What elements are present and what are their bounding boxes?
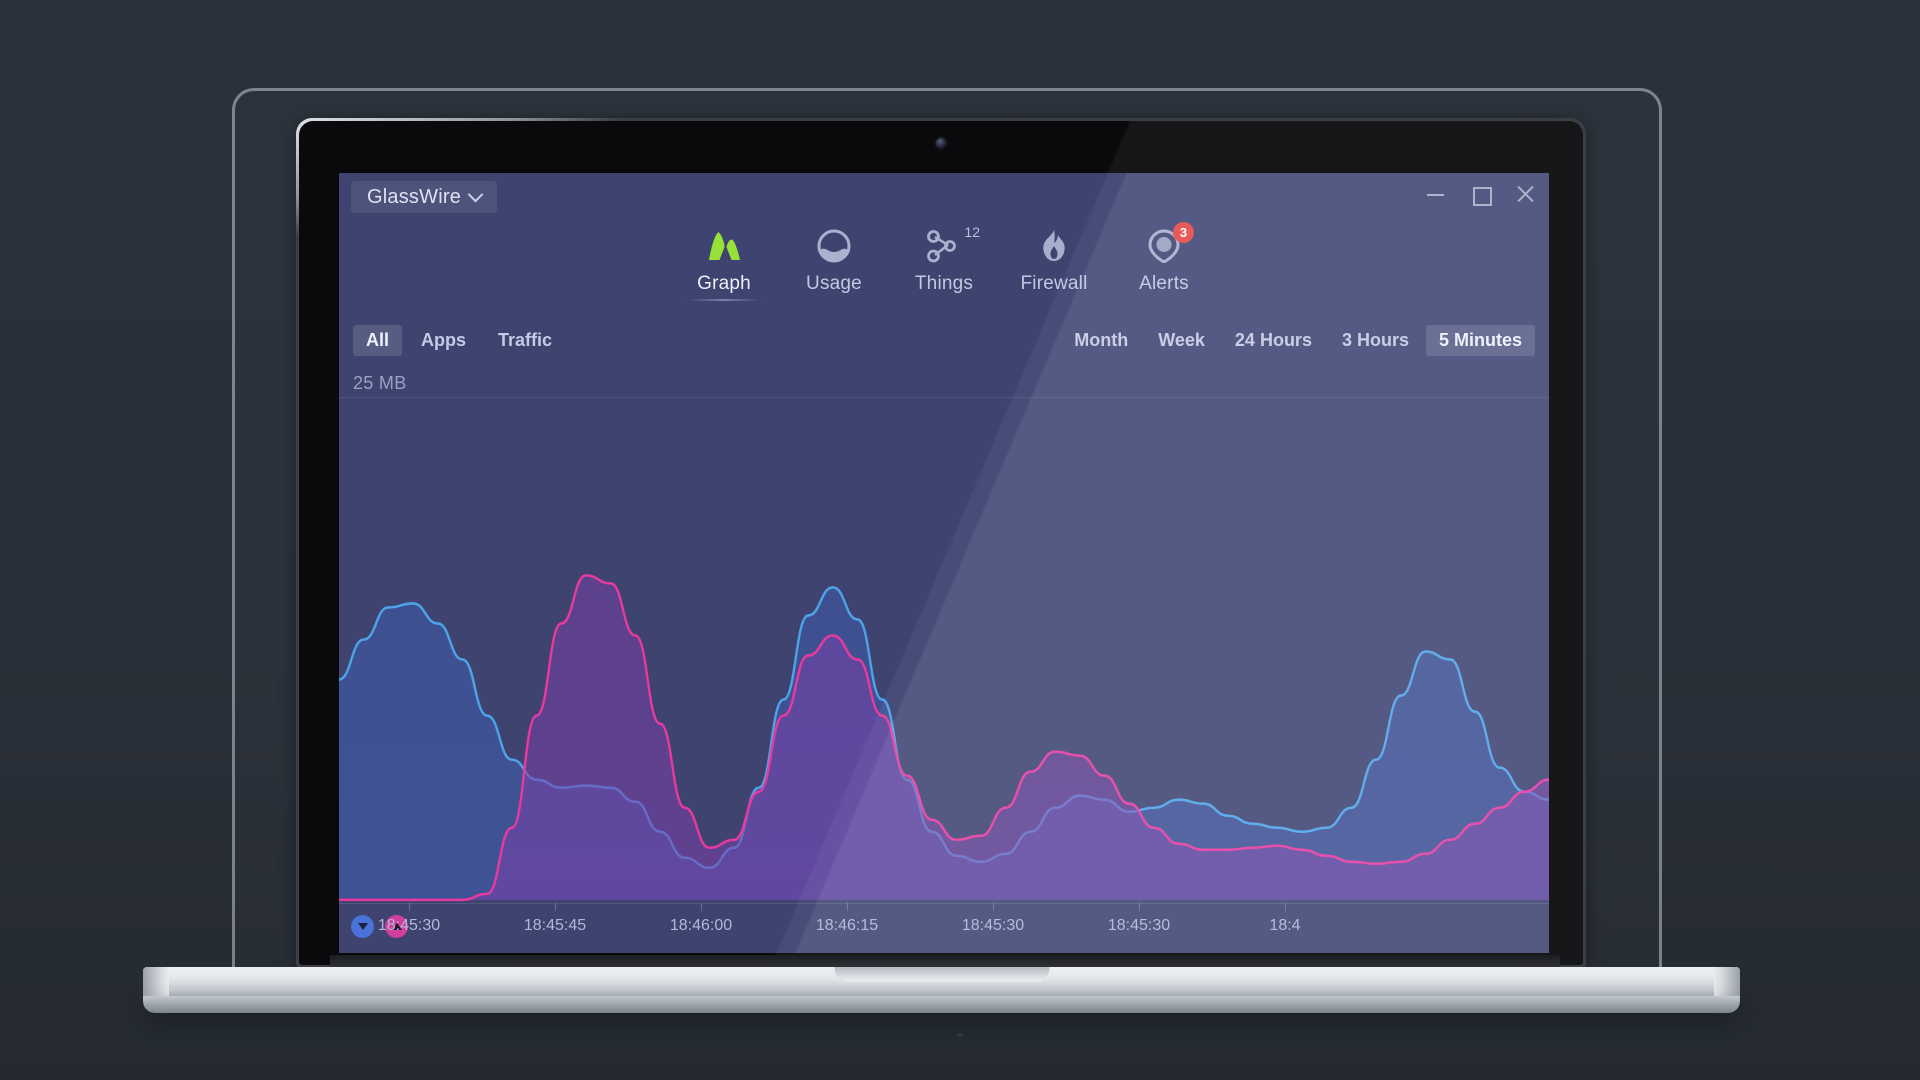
x-tick-label: 18:45:30 bbox=[961, 917, 1025, 934]
close-icon[interactable] bbox=[1516, 185, 1535, 204]
filter-bar: All Apps Traffic Month Week 24 Hours 3 Hours 5… bbox=[339, 317, 1549, 363]
x-tick-mark bbox=[409, 903, 410, 911]
alerts-badge: 3 bbox=[1173, 222, 1194, 243]
range-3-hours[interactable]: 3 Hours bbox=[1329, 325, 1422, 356]
laptop-lid: GlassWire Graph Usage 12 Things Firewall 3 Ale… bbox=[296, 118, 1586, 968]
flame-icon bbox=[1039, 227, 1069, 265]
x-tick-label: 18:46:00 bbox=[669, 917, 733, 934]
usage-pie-icon bbox=[817, 227, 851, 265]
chevron-down-icon bbox=[467, 186, 484, 202]
minimize-icon[interactable] bbox=[1426, 185, 1445, 204]
x-tick-mark bbox=[847, 903, 848, 911]
x-tick-mark bbox=[993, 903, 994, 911]
range-month[interactable]: Month bbox=[1061, 325, 1141, 356]
range-24-hours[interactable]: 24 Hours bbox=[1222, 325, 1325, 356]
nav-item-label: Graph bbox=[697, 273, 751, 294]
x-tick-label: 18:4 bbox=[1269, 917, 1301, 934]
window-controls bbox=[1426, 185, 1535, 206]
base-notch bbox=[834, 967, 1049, 982]
x-tick-label: 18:46:15 bbox=[815, 917, 879, 934]
scene: GlassWire Graph Usage 12 Things Firewall 3 Ale… bbox=[0, 0, 1920, 1080]
x-tick-label: 18:45:45 bbox=[523, 917, 587, 934]
things-count: 12 bbox=[964, 224, 980, 240]
filter-all[interactable]: All bbox=[353, 324, 403, 356]
screen: GlassWire Graph Usage 12 Things Firewall 3 Ale… bbox=[339, 173, 1549, 953]
laptop-base bbox=[143, 967, 1740, 1017]
screen-bezel: GlassWire Graph Usage 12 Things Firewall 3 Ale… bbox=[299, 121, 1583, 965]
traffic-area-chart bbox=[339, 574, 1549, 902]
range-5-minutes[interactable]: 5 Minutes bbox=[1425, 324, 1535, 356]
shield-alert-icon: 3 bbox=[1148, 222, 1194, 265]
x-tick-mark bbox=[1139, 903, 1140, 911]
nav-item-firewall[interactable]: Firewall bbox=[999, 225, 1109, 295]
filter-apps[interactable]: Apps bbox=[408, 325, 479, 356]
nav-item-label: Usage bbox=[806, 273, 862, 294]
x-axis: 18:45:30 18:45:45 18:46:00 18:46:15 18:45:30… bbox=[339, 903, 1549, 953]
x-tick-mark bbox=[555, 903, 556, 911]
webcam-icon bbox=[936, 138, 946, 148]
y-axis-top-gridline bbox=[339, 397, 1549, 398]
traffic-graph[interactable]: 25 MB 18:45:30 18:45:45 18:46:00 18:46:15 18… bbox=[339, 363, 1549, 953]
nav-item-alerts[interactable]: 3 Alerts bbox=[1109, 222, 1219, 295]
base-bottom-surface bbox=[143, 996, 1740, 1013]
x-tick-label: 18:45:30 bbox=[1107, 917, 1171, 934]
download-arrow-icon bbox=[351, 915, 374, 938]
main-navigation: Graph Usage 12 Things Firewall 3 Alerts bbox=[339, 222, 1549, 317]
y-axis-label: 25 MB bbox=[353, 373, 407, 393]
time-range-group: Month Week 24 Hours 3 Hours 5 Minutes bbox=[1061, 324, 1535, 356]
app-menu-label: GlassWire bbox=[367, 185, 462, 208]
nav-item-things[interactable]: 12 Things bbox=[889, 224, 999, 295]
x-tick-mark bbox=[701, 903, 702, 911]
title-bar: GlassWire bbox=[339, 173, 1549, 225]
active-indicator bbox=[687, 299, 761, 301]
base-left-edge bbox=[143, 967, 169, 997]
maximize-icon[interactable] bbox=[1471, 185, 1492, 206]
network-nodes-icon: 12 bbox=[926, 224, 980, 265]
x-tick-label: 18:45:30 bbox=[377, 917, 441, 934]
nav-item-usage[interactable]: Usage bbox=[779, 225, 889, 295]
glasswire-app-window: GlassWire Graph Usage 12 Things Firewall 3 Ale… bbox=[339, 173, 1549, 953]
filter-traffic[interactable]: Traffic bbox=[485, 325, 565, 356]
nav-item-label: Firewall bbox=[1020, 273, 1088, 294]
mountain-graph-icon bbox=[706, 227, 742, 265]
base-right-edge bbox=[1714, 967, 1740, 997]
range-week[interactable]: Week bbox=[1145, 325, 1218, 356]
nav-item-graph[interactable]: Graph bbox=[669, 225, 779, 301]
x-tick-mark bbox=[1285, 903, 1286, 911]
nav-item-label: Alerts bbox=[1139, 273, 1189, 294]
base-foot-dot bbox=[957, 1033, 963, 1037]
nav-item-label: Things bbox=[914, 273, 974, 294]
view-filter-group: All Apps Traffic bbox=[353, 324, 565, 356]
app-menu-button[interactable]: GlassWire bbox=[351, 181, 498, 213]
